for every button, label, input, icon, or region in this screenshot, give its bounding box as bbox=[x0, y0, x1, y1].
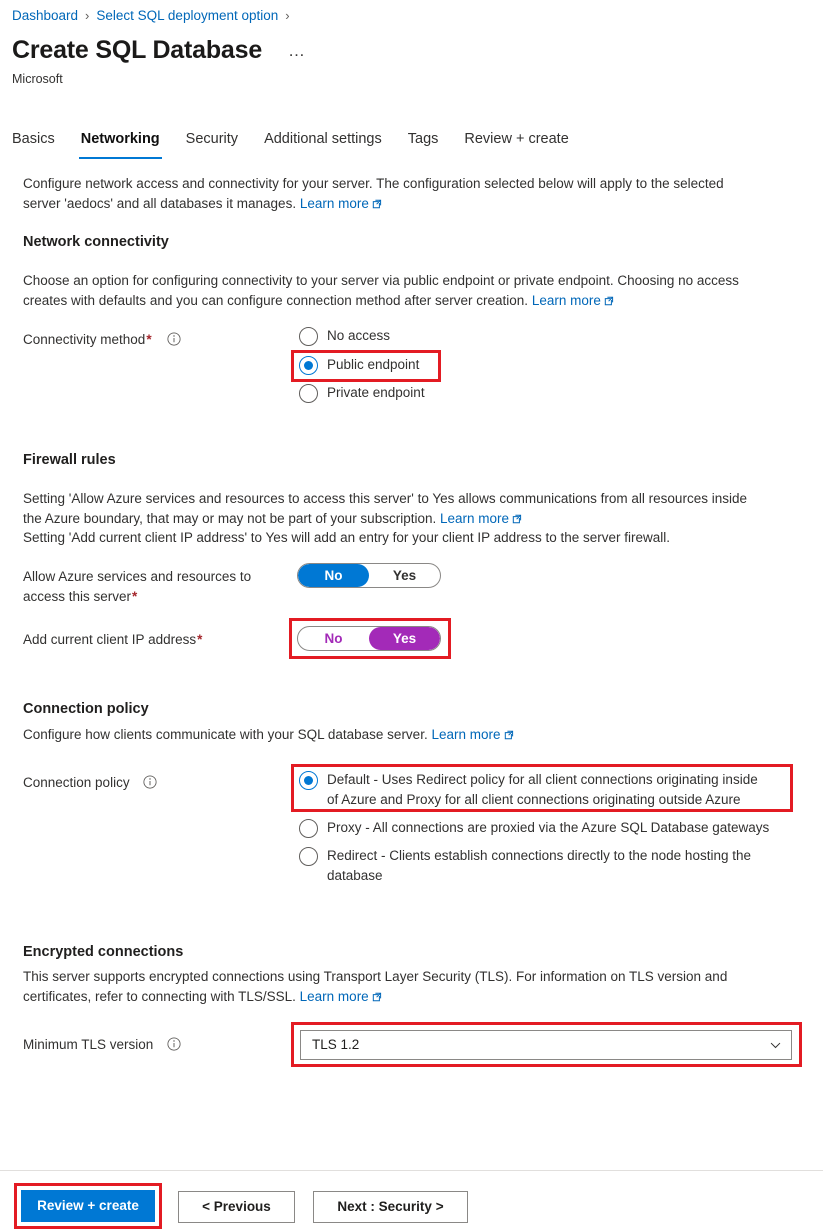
intro-line-2: server 'aedocs' and all databases it man… bbox=[23, 195, 297, 211]
dropdown-selected-value: TLS 1.2 bbox=[312, 1037, 360, 1052]
radio-connection-policy-proxy[interactable]: Proxy - All connections are proxied via … bbox=[299, 818, 799, 838]
tab-basics[interactable]: Basics bbox=[12, 128, 68, 150]
page-subtitle: Microsoft bbox=[12, 72, 63, 86]
minimum-tls-version-label: Minimum TLS version bbox=[23, 1035, 181, 1055]
radio-label: Redirect - Clients establish connections… bbox=[327, 846, 751, 885]
firewall-desc-line-3: Setting 'Add current client IP address' … bbox=[23, 530, 670, 545]
allow-azure-services-label-line-1: Allow Azure services and resources to bbox=[23, 569, 252, 584]
wizard-tabs: Basics Networking Security Additional se… bbox=[12, 128, 582, 159]
info-icon[interactable] bbox=[143, 775, 157, 789]
previous-button[interactable]: < Previous bbox=[178, 1191, 295, 1223]
tab-review-create[interactable]: Review + create bbox=[451, 128, 581, 150]
toggle-option-no[interactable]: No bbox=[298, 627, 369, 650]
review-create-button[interactable]: Review + create bbox=[21, 1190, 155, 1222]
radio-label-line-2: database bbox=[327, 867, 383, 883]
firewall-rules-description: Setting 'Allow Azure services and resour… bbox=[23, 489, 813, 548]
section-heading-encrypted-connections: Encrypted connections bbox=[23, 944, 184, 960]
toggle-option-yes[interactable]: Yes bbox=[369, 627, 440, 650]
allow-azure-services-label: Allow Azure services and resources to ac… bbox=[23, 567, 288, 606]
intro-learn-more-link[interactable]: Learn more bbox=[300, 196, 382, 211]
radio-button[interactable] bbox=[299, 771, 318, 790]
required-marker: * bbox=[146, 332, 152, 347]
create-sql-database-networking-page: Dashboard › Select SQL deployment option… bbox=[0, 0, 823, 1229]
breadcrumb: Dashboard › Select SQL deployment option… bbox=[12, 7, 297, 25]
network-connectivity-desc-line-2: creates with defaults and you can config… bbox=[23, 292, 529, 308]
connection-policy-learn-more-link[interactable]: Learn more bbox=[431, 727, 513, 742]
radio-label-line-1: Default - Uses Redirect policy for all c… bbox=[327, 772, 758, 787]
connectivity-method-label: Connectivity method* bbox=[23, 330, 181, 350]
radio-connectivity-no-access[interactable]: No access bbox=[299, 326, 390, 346]
toggle-option-yes[interactable]: Yes bbox=[369, 564, 440, 587]
tab-networking[interactable]: Networking bbox=[68, 128, 173, 159]
connection-policy-label-text: Connection policy bbox=[23, 775, 130, 790]
tab-tags[interactable]: Tags bbox=[395, 128, 452, 150]
info-icon[interactable] bbox=[167, 332, 181, 346]
radio-button[interactable] bbox=[299, 356, 318, 375]
intro-text: Configure network access and connectivit… bbox=[23, 174, 813, 213]
radio-label: Proxy - All connections are proxied via … bbox=[327, 820, 770, 835]
firewall-learn-more-link[interactable]: Learn more bbox=[440, 511, 522, 526]
minimum-tls-version-label-text: Minimum TLS version bbox=[23, 1037, 154, 1052]
connectivity-method-label-text: Connectivity method bbox=[23, 332, 146, 347]
toggle-add-current-client-ip[interactable]: No Yes bbox=[297, 626, 441, 651]
encrypted-desc-line-1: This server supports encrypted connectio… bbox=[23, 969, 728, 984]
tab-security[interactable]: Security bbox=[173, 128, 251, 150]
section-heading-firewall-rules: Firewall rules bbox=[23, 452, 116, 468]
encrypted-connections-learn-more-link[interactable]: Learn more bbox=[300, 989, 382, 1004]
section-heading-connection-policy: Connection policy bbox=[23, 701, 149, 717]
minimum-tls-version-dropdown[interactable]: TLS 1.2 bbox=[300, 1030, 792, 1060]
connection-policy-desc: Configure how clients communicate with y… bbox=[23, 727, 428, 742]
connection-policy-label: Connection policy bbox=[23, 773, 157, 793]
radio-label: Default - Uses Redirect policy for all c… bbox=[327, 770, 758, 809]
allow-azure-services-label-line-2: access this server bbox=[23, 588, 132, 604]
radio-label: Public endpoint bbox=[327, 357, 420, 372]
radio-label-line-1: Redirect - Clients establish connections… bbox=[327, 848, 751, 863]
radio-connection-policy-default[interactable]: Default - Uses Redirect policy for all c… bbox=[299, 770, 799, 809]
radio-button[interactable] bbox=[299, 847, 318, 866]
info-icon[interactable] bbox=[167, 1037, 181, 1051]
radio-connectivity-private-endpoint[interactable]: Private endpoint bbox=[299, 383, 425, 403]
radio-button[interactable] bbox=[299, 327, 318, 346]
radio-connectivity-public-endpoint[interactable]: Public endpoint bbox=[299, 355, 419, 375]
radio-button[interactable] bbox=[299, 384, 318, 403]
footer-divider bbox=[0, 1170, 823, 1171]
breadcrumb-separator-2: › bbox=[285, 8, 290, 23]
connection-policy-description: Configure how clients communicate with y… bbox=[23, 725, 813, 745]
toggle-option-no[interactable]: No bbox=[298, 564, 369, 587]
toggle-allow-azure-services[interactable]: No Yes bbox=[297, 563, 441, 588]
required-marker: * bbox=[132, 588, 138, 604]
tab-additional-settings[interactable]: Additional settings bbox=[251, 128, 395, 150]
section-heading-network-connectivity: Network connectivity bbox=[23, 234, 169, 250]
encrypted-connections-description: This server supports encrypted connectio… bbox=[23, 967, 813, 1006]
breadcrumb-item-select-sql-deployment-option[interactable]: Select SQL deployment option bbox=[96, 7, 278, 25]
more-actions-button[interactable]: … bbox=[288, 42, 307, 59]
network-connectivity-learn-more-link[interactable]: Learn more bbox=[532, 293, 614, 308]
required-marker: * bbox=[197, 632, 203, 647]
add-current-client-ip-label-text: Add current client IP address bbox=[23, 632, 197, 647]
chevron-down-icon bbox=[770, 1042, 781, 1048]
radio-button[interactable] bbox=[299, 819, 318, 838]
page-title: Create SQL Database bbox=[12, 36, 263, 64]
intro-line-1: Configure network access and connectivit… bbox=[23, 176, 724, 191]
radio-connection-policy-redirect[interactable]: Redirect - Clients establish connections… bbox=[299, 846, 799, 885]
breadcrumb-item-dashboard[interactable]: Dashboard bbox=[12, 7, 78, 25]
breadcrumb-separator: › bbox=[85, 8, 90, 23]
radio-label: No access bbox=[327, 328, 391, 343]
next-security-button[interactable]: Next : Security > bbox=[313, 1191, 468, 1223]
firewall-desc-line-1: Setting 'Allow Azure services and resour… bbox=[23, 491, 747, 506]
encrypted-desc-line-2: certificates, refer to connecting with T… bbox=[23, 988, 296, 1004]
add-current-client-ip-label: Add current client IP address* bbox=[23, 630, 288, 650]
network-connectivity-description: Choose an option for configuring connect… bbox=[23, 271, 813, 310]
firewall-desc-line-2: the Azure boundary, that may or may not … bbox=[23, 510, 437, 526]
radio-label: Private endpoint bbox=[327, 385, 425, 400]
radio-label-line-2: of Azure and Proxy for all client connec… bbox=[327, 791, 741, 807]
network-connectivity-desc-line-1: Choose an option for configuring connect… bbox=[23, 273, 739, 288]
